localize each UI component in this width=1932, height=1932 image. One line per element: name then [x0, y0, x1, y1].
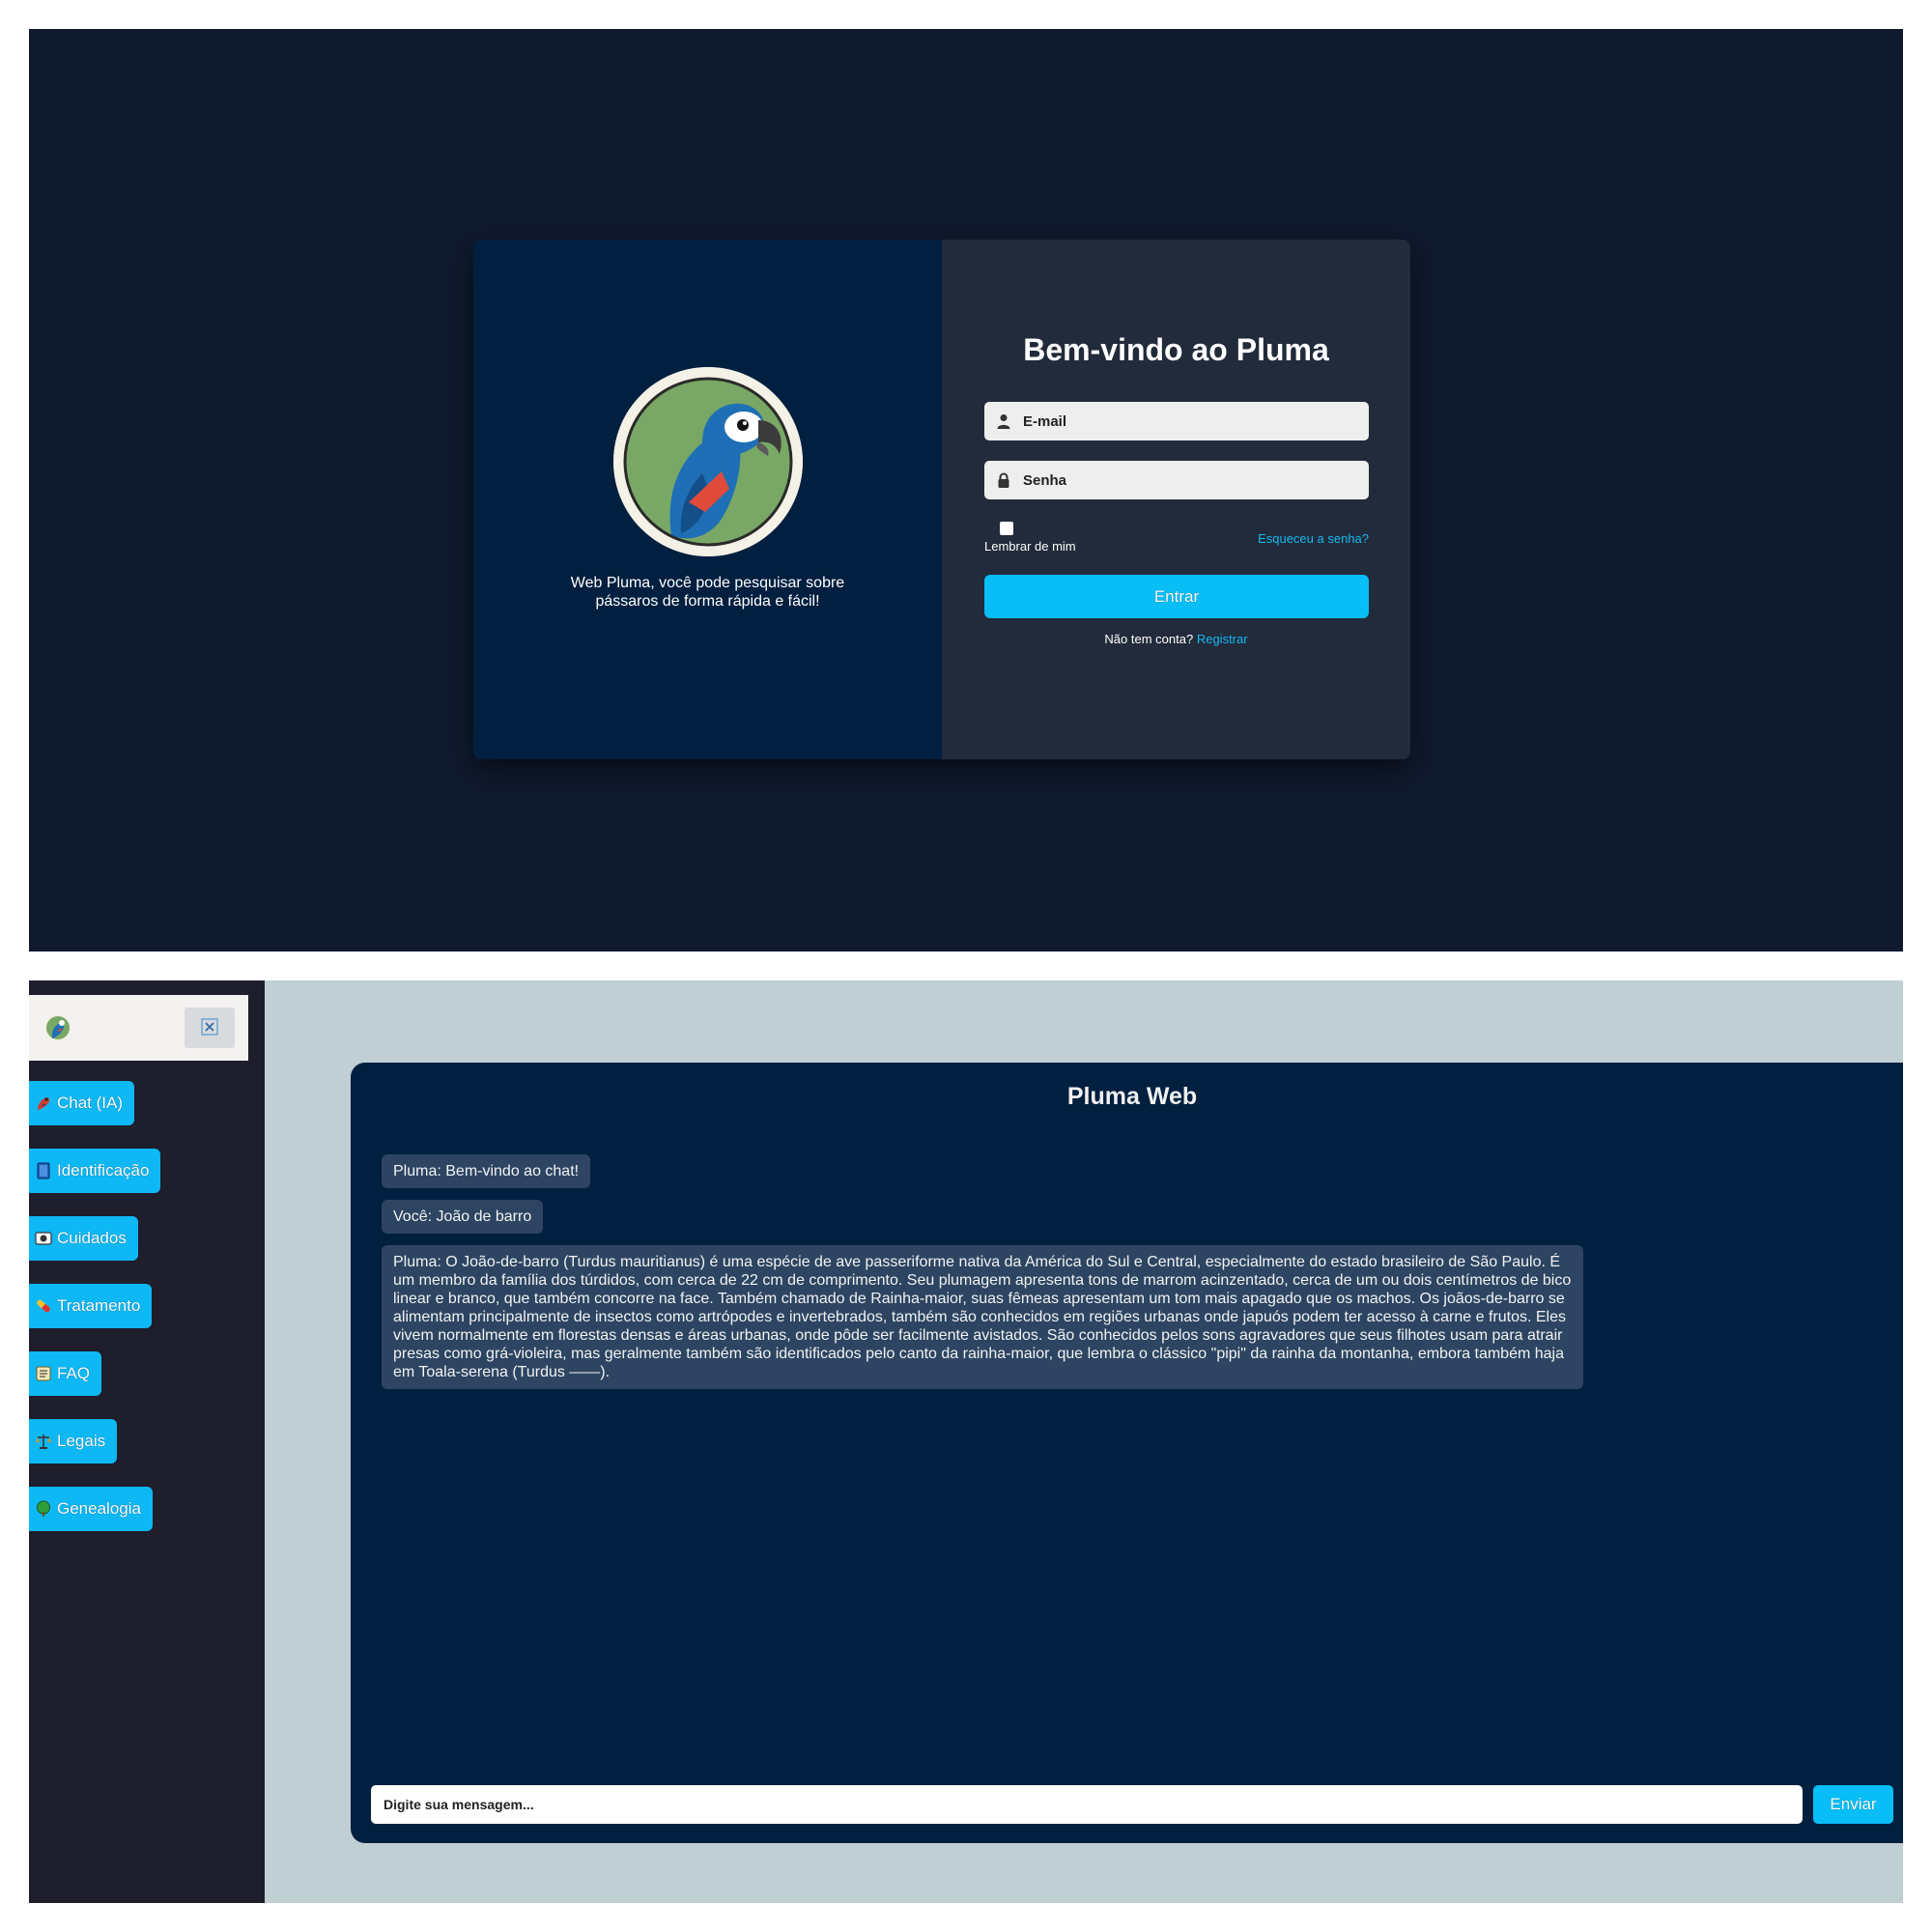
- sidebar-item-chat[interactable]: Chat (IA): [29, 1081, 135, 1125]
- sidebar-item-label: Identificação: [57, 1161, 150, 1179]
- login-form-panel: Bem-vindo ao Pluma E-mail Lembrar de mim…: [942, 240, 1410, 759]
- sidebar-item-identificacao[interactable]: Identificação: [29, 1149, 161, 1193]
- chat-message: Pluma: Bem-vindo ao chat!: [382, 1154, 591, 1188]
- send-button[interactable]: Enviar: [1813, 1785, 1893, 1824]
- message-input-field[interactable]: [371, 1785, 1803, 1824]
- chat-message: Pluma: O João-de-barro (Turdus mauritian…: [382, 1245, 1583, 1389]
- parrot-logo-icon: [613, 367, 803, 556]
- tree-icon: [35, 1500, 52, 1518]
- faq-icon: [35, 1365, 52, 1382]
- sidebar-item-label: Tratamento: [57, 1296, 141, 1315]
- parrot-logo-icon: [44, 1014, 71, 1041]
- register-line: Não tem conta? Registrar: [942, 632, 1410, 646]
- chat-screen: Chat (IA) Identificação Cuidados Tratame…: [29, 980, 1903, 1903]
- login-button[interactable]: Entrar: [984, 575, 1369, 618]
- book-icon: [35, 1162, 52, 1179]
- chat-panel: Pluma Web Pluma: Bem-vindo ao chat! Você…: [351, 1063, 1903, 1843]
- chat-message: Você: João de barro: [382, 1200, 544, 1234]
- email-input[interactable]: [1021, 412, 1353, 431]
- sidebar-item-label: FAQ: [57, 1364, 91, 1382]
- password-input[interactable]: [1021, 470, 1353, 490]
- close-icon: [201, 1017, 218, 1038]
- sidebar-close-button[interactable]: [185, 1008, 235, 1048]
- sidebar: Chat (IA) Identificação Cuidados Tratame…: [29, 980, 265, 1903]
- scales-icon: [35, 1433, 52, 1450]
- remember-checkbox[interactable]: [1000, 522, 1013, 535]
- sidebar-item-legais[interactable]: Legais: [29, 1419, 118, 1463]
- password-field[interactable]: [984, 461, 1369, 499]
- login-brand-panel: Web Pluma, você pode pesquisar sobre pás…: [473, 240, 942, 759]
- login-title: Bem-vindo ao Pluma: [1023, 332, 1329, 367]
- sidebar-item-label: Cuidados: [57, 1229, 127, 1247]
- chat-title: Pluma Web: [1066, 1083, 1198, 1110]
- sidebar-item-cuidados[interactable]: Cuidados: [29, 1216, 138, 1261]
- parrot-icon: [35, 1094, 52, 1112]
- register-link[interactable]: Registrar: [1197, 632, 1248, 646]
- sidebar-header: [29, 995, 248, 1061]
- lock-icon: [996, 472, 1011, 488]
- user-icon: [996, 413, 1011, 429]
- pill-icon: [35, 1297, 52, 1315]
- login-screen: Web Pluma, você pode pesquisar sobre pás…: [29, 29, 1903, 952]
- sidebar-item-faq[interactable]: FAQ: [29, 1351, 102, 1396]
- sidebar-item-label: Chat (IA): [57, 1094, 124, 1112]
- login-card: Web Pluma, você pode pesquisar sobre pás…: [473, 240, 1410, 759]
- sidebar-item-tratamento[interactable]: Tratamento: [29, 1284, 153, 1328]
- sidebar-item-genealogia[interactable]: Genealogia: [29, 1487, 153, 1531]
- register-prompt: Não tem conta?: [1104, 632, 1194, 646]
- email-field[interactable]: [984, 402, 1369, 440]
- remember-label: Lembrar de mim: [984, 539, 1076, 554]
- message-input[interactable]: [382, 1796, 1803, 1813]
- forgot-password-link[interactable]: Esqueceu a senha?: [1258, 531, 1369, 546]
- sidebar-item-label: Legais: [57, 1432, 106, 1450]
- cuidados-icon: [35, 1230, 52, 1247]
- sidebar-item-label: Genealogia: [57, 1499, 141, 1518]
- login-tagline: Web Pluma, você pode pesquisar sobre pás…: [570, 575, 845, 610]
